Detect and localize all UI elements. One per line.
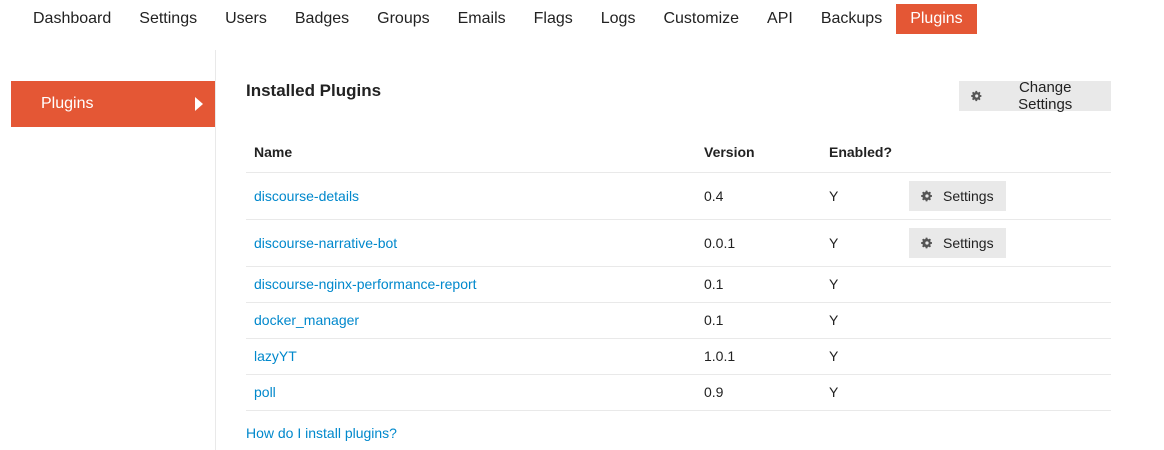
change-settings-button[interactable]: Change Settings: [959, 79, 1111, 113]
plugin-version: 0.0.1: [696, 219, 821, 267]
gear-icon: [921, 190, 932, 201]
sidebar-item-label: Plugins: [41, 95, 94, 112]
gear-icon: [971, 90, 982, 102]
plugin-version: 1.0.1: [696, 338, 821, 375]
table-header-row: Name Version Enabled?: [246, 132, 1111, 173]
tab-badges[interactable]: Badges: [281, 4, 363, 34]
table-row: lazyYT 1.0.1 Y: [246, 338, 1111, 375]
plugin-version: 0.4: [696, 172, 821, 220]
tab-plugins[interactable]: Plugins: [896, 4, 977, 34]
plugin-link[interactable]: poll: [254, 384, 276, 400]
plugin-link[interactable]: discourse-nginx-performance-report: [254, 276, 477, 292]
plugin-enabled: Y: [821, 219, 901, 267]
plugin-enabled: Y: [821, 266, 901, 303]
tab-users[interactable]: Users: [211, 4, 281, 34]
plugin-link[interactable]: docker_manager: [254, 312, 359, 328]
plugin-settings-button[interactable]: Settings: [909, 227, 1006, 258]
change-settings-label: Change Settings: [1018, 79, 1073, 113]
tab-settings[interactable]: Settings: [125, 4, 211, 34]
tab-api[interactable]: API: [753, 4, 807, 34]
table-row: discourse-details 0.4 Y Settings: [246, 172, 1111, 220]
plugin-version: 0.9: [696, 374, 821, 411]
plugins-table: Name Version Enabled? discourse-details …: [246, 132, 1111, 411]
settings-label: Settings: [943, 234, 994, 251]
tab-groups[interactable]: Groups: [363, 4, 443, 34]
chevron-right-icon: [195, 97, 203, 111]
tab-emails[interactable]: Emails: [444, 4, 520, 34]
tab-dashboard[interactable]: Dashboard: [19, 4, 125, 34]
gear-icon: [921, 237, 932, 248]
column-header-name: Name: [246, 132, 696, 173]
tab-customize[interactable]: Customize: [649, 4, 753, 34]
table-row: discourse-narrative-bot 0.0.1 Y Settings: [246, 219, 1111, 267]
tab-flags[interactable]: Flags: [520, 4, 587, 34]
column-header-version: Version: [696, 132, 821, 173]
plugin-enabled: Y: [821, 338, 901, 375]
tab-backups[interactable]: Backups: [807, 4, 896, 34]
column-header-enabled: Enabled?: [821, 132, 901, 173]
plugin-enabled: Y: [821, 302, 901, 339]
plugin-link[interactable]: discourse-details: [254, 188, 359, 204]
page-title: Installed Plugins: [246, 81, 382, 100]
sidebar: Plugins: [0, 50, 216, 450]
column-header-actions: [901, 132, 1111, 173]
plugin-enabled: Y: [821, 374, 901, 411]
settings-label: Settings: [943, 187, 994, 204]
plugin-link[interactable]: discourse-narrative-bot: [254, 235, 397, 251]
plugin-version: 0.1: [696, 266, 821, 303]
table-row: docker_manager 0.1 Y: [246, 302, 1111, 339]
install-plugins-help-link[interactable]: How do I install plugins?: [246, 425, 397, 441]
plugin-settings-button[interactable]: Settings: [909, 180, 1006, 211]
plugin-link[interactable]: lazyYT: [254, 348, 297, 364]
table-row: poll 0.9 Y: [246, 374, 1111, 411]
tab-logs[interactable]: Logs: [587, 4, 650, 34]
table-row: discourse-nginx-performance-report 0.1 Y: [246, 266, 1111, 303]
plugin-version: 0.1: [696, 302, 821, 339]
admin-nav: Dashboard Settings Users Badges Groups E…: [19, 4, 977, 34]
plugin-enabled: Y: [821, 172, 901, 220]
sidebar-item-plugins[interactable]: Plugins: [11, 81, 215, 127]
